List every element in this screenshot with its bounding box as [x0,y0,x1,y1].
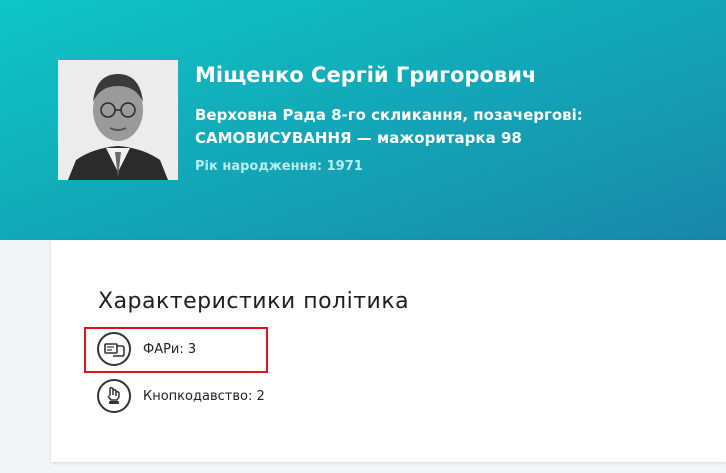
birth-year: Рік народження: 1971 [195,159,363,174]
stat-knopkodavstvo[interactable]: Кнопкодавство: 2 [97,379,357,413]
portrait-image [58,60,178,180]
characteristics-title: Характеристики політика [98,289,410,314]
politician-name: Міщенко Сергій Григорович [195,63,537,87]
convocation-text: Верховна Рада 8-го скликання, позачергов… [195,106,583,124]
politician-election-info: Верховна Рада 8-го скликання, позачергов… [195,104,615,150]
highlight-box [84,327,268,373]
stat-knopkodavstvo-label: Кнопкодавство: 2 [143,388,265,404]
district-text: САМОВИСУВАННЯ — мажоритарка 98 [195,129,522,147]
hand-press-button-icon [97,379,131,413]
profile-header: Міщенко Сергій Григорович Верховна Рада … [0,0,726,240]
politician-photo [58,60,178,180]
